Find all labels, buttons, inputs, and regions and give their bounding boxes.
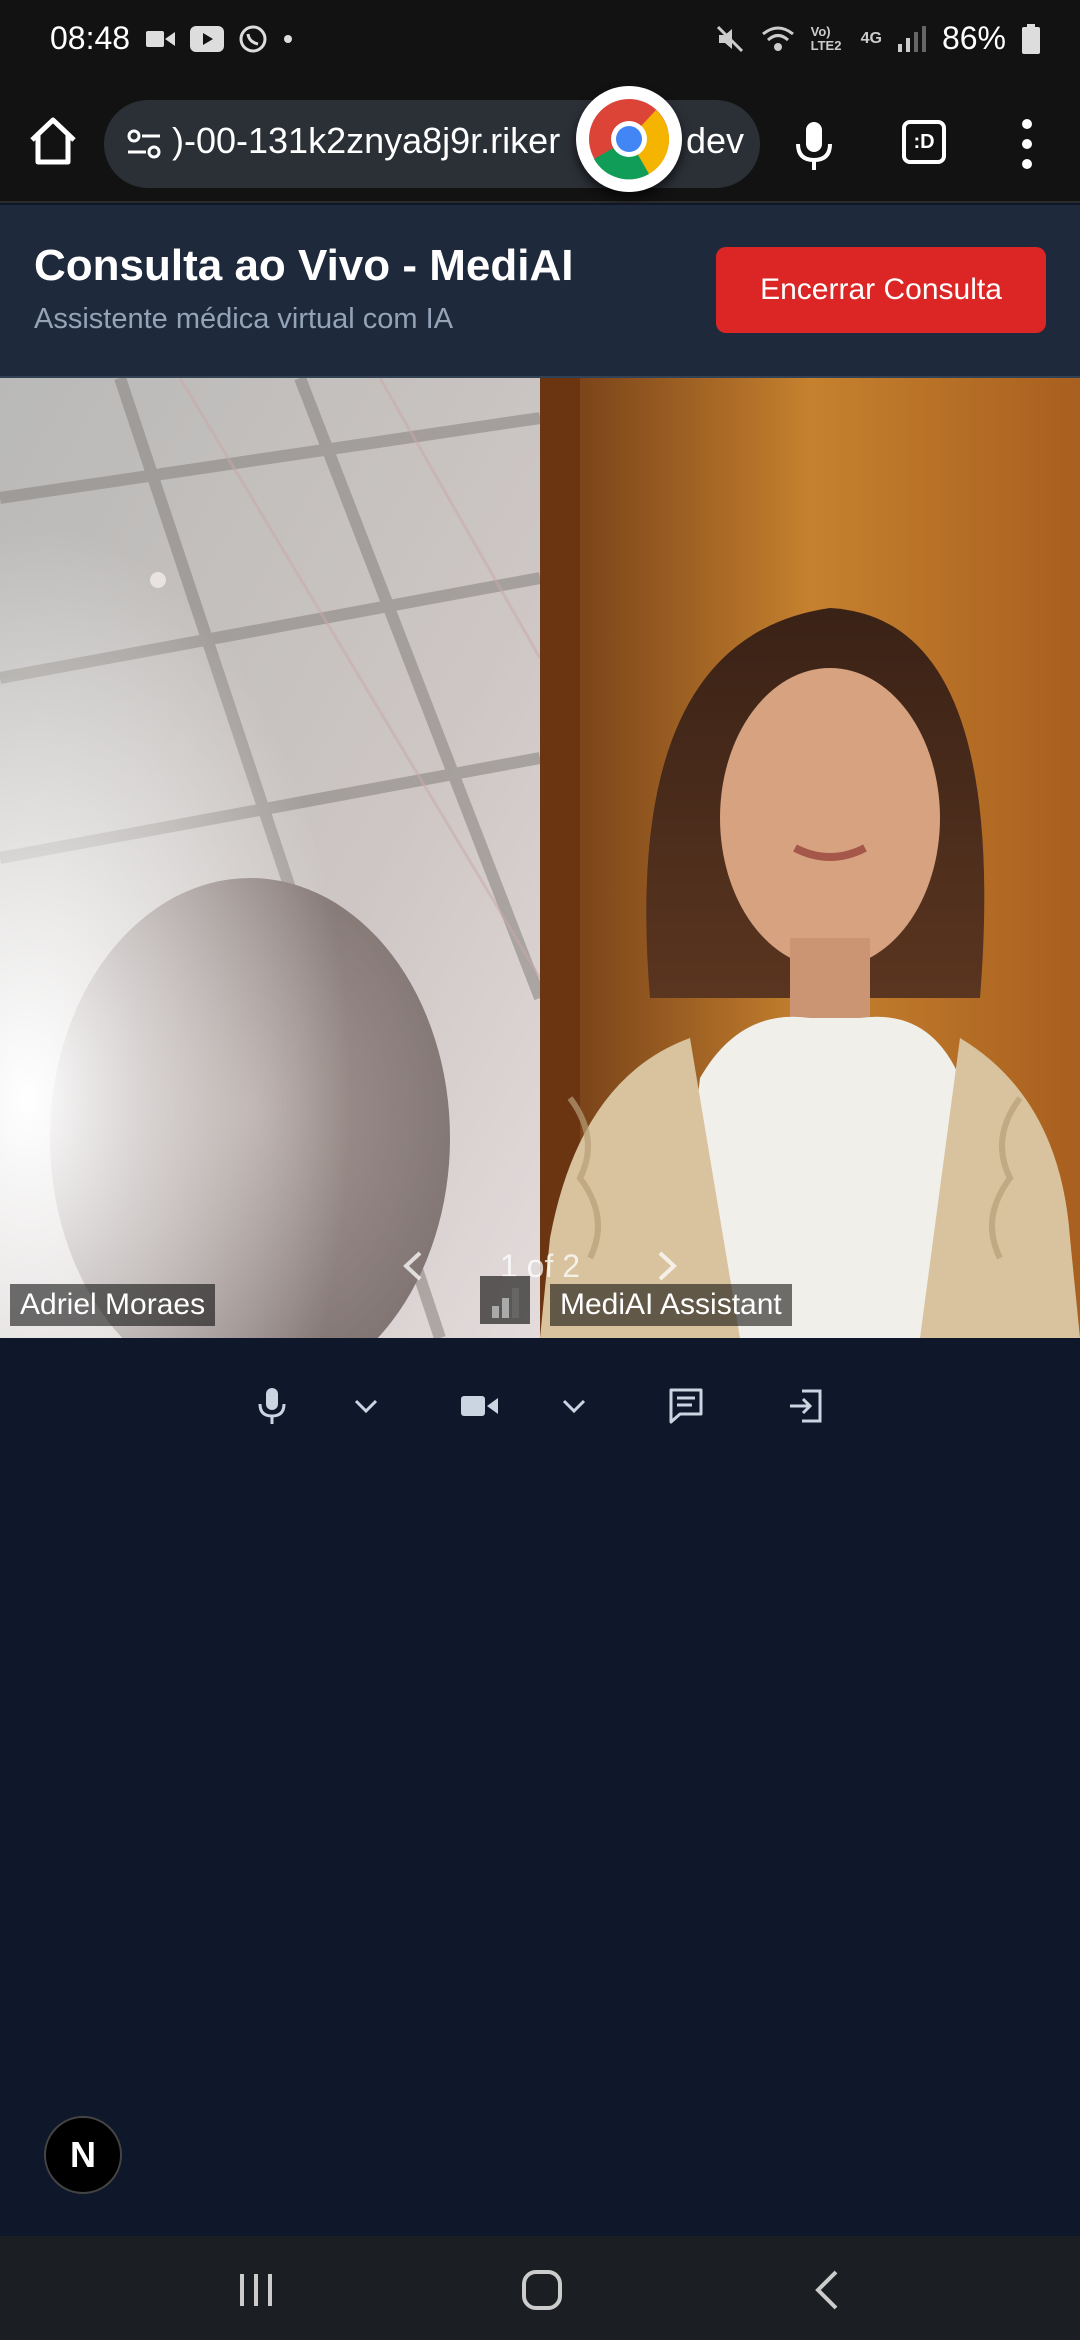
leave-call-button[interactable] [778, 1378, 834, 1434]
mute-icon [716, 25, 743, 52]
participant-tile-local[interactable]: Adriel Moraes [0, 378, 540, 1338]
wifi-icon [761, 26, 794, 51]
dev-tools-badge[interactable]: N [44, 2116, 122, 2194]
microphone-button[interactable] [244, 1378, 300, 1434]
chevron-down-icon [562, 1399, 586, 1414]
connection-quality-icon [480, 1276, 530, 1324]
chat-icon [669, 1388, 703, 1424]
whatsapp-icon [239, 25, 267, 53]
microphone-options-button[interactable] [338, 1378, 394, 1434]
next-page-icon[interactable] [654, 1249, 680, 1283]
chat-button[interactable] [658, 1378, 714, 1434]
home-icon[interactable] [26, 114, 80, 168]
camera-options-button[interactable] [546, 1378, 602, 1434]
assistant-video-feed [540, 378, 1080, 1338]
video-pagination: 1 of 2 [400, 1236, 680, 1296]
camera-button[interactable] [452, 1378, 508, 1434]
chevron-down-icon [354, 1399, 378, 1414]
back-icon[interactable] [798, 2266, 858, 2314]
network-label: 4G [860, 29, 882, 47]
participant-tile-assistant[interactable]: MediAI Assistant [540, 378, 1080, 1338]
video-call-icon [146, 31, 175, 47]
leave-icon [790, 1389, 822, 1423]
chrome-logo-icon [576, 86, 682, 192]
status-time: 08:48 [50, 20, 131, 56]
signal-icon [897, 25, 926, 52]
volte-label: Vo) LTE2 [810, 23, 842, 53]
camera-icon [461, 1396, 498, 1416]
microphone-icon [258, 1388, 286, 1424]
recent-apps-icon[interactable] [226, 2266, 286, 2314]
home-nav-icon[interactable] [512, 2266, 572, 2314]
youtube-icon [190, 26, 224, 52]
page-subtitle: Assistente médica virtual com IA [34, 303, 454, 335]
app-header: Consulta ao Vivo - MediAI Assistente méd… [0, 205, 1080, 378]
notification-icons [146, 24, 294, 54]
prev-page-icon[interactable] [400, 1249, 426, 1283]
status-bar: 08:48 Vo) LTE2 4G 86% [0, 0, 1080, 86]
more-notifications-icon [284, 35, 292, 43]
page-title: Consulta ao Vivo - MediAI [34, 241, 574, 290]
video-grid: Adriel Moraes MediAI Assistant 1 of 2 [0, 378, 1080, 1338]
battery-icon [1022, 23, 1040, 54]
system-nav-bar [0, 2236, 1080, 2340]
more-menu-icon[interactable] [1012, 114, 1042, 174]
tab-switcher-button[interactable]: :D [902, 120, 946, 164]
url-text: )-00-131k2znya8j9r.riker [172, 120, 561, 161]
battery-text: 86% [941, 20, 1006, 56]
status-indicators: Vo) LTE2 4G 86% [715, 20, 1040, 57]
voice-search-icon[interactable] [792, 120, 836, 172]
participant-name-tag: Adriel Moraes [10, 1284, 216, 1326]
url-tld: dev [685, 120, 744, 161]
local-camera-feed [0, 378, 540, 1338]
site-settings-icon[interactable] [124, 124, 164, 164]
browser-toolbar: )-00-131k2znya8j9r.riker dev :D [0, 86, 1080, 203]
call-controls [0, 1360, 1080, 1450]
end-consultation-button[interactable]: Encerrar Consulta [716, 247, 1046, 333]
